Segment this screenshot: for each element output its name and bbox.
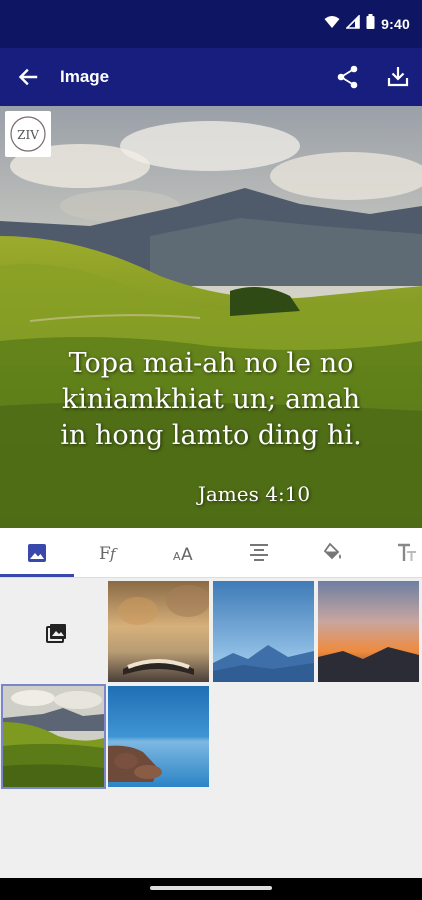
align-center-icon	[250, 544, 268, 561]
fill-color-icon	[323, 542, 341, 560]
tab-align[interactable]	[246, 540, 272, 566]
text-format-icon	[398, 543, 416, 561]
image-icon	[28, 544, 46, 562]
verse-reference: James 4:10	[197, 482, 311, 506]
battery-icon	[366, 14, 375, 34]
active-tab-indicator	[0, 574, 74, 577]
tab-image[interactable]	[24, 540, 50, 566]
svg-text:A: A	[173, 550, 181, 563]
landscape-background	[0, 106, 422, 528]
thumbnail-blue-lake-rocks[interactable]	[108, 686, 209, 787]
tab-fill-color[interactable]	[320, 540, 346, 566]
thumbnail-green-hills[interactable]	[1, 684, 106, 789]
edit-toolbar: F f A A	[0, 528, 422, 578]
status-icons: 9:40	[324, 13, 410, 34]
share-icon	[337, 65, 358, 89]
thumbnail-book-sunset[interactable]	[108, 581, 209, 682]
thumbnail-orange-sunset[interactable]	[318, 581, 419, 682]
page-title: Image	[60, 67, 110, 86]
verse-line: kiniamkhiat un; amah	[61, 384, 361, 415]
share-button[interactable]	[334, 63, 362, 91]
tab-text-format[interactable]	[394, 540, 420, 566]
verse-text: Topa mai-ah no le no kiniamkhiat un; ama…	[10, 346, 412, 454]
status-bar: 9:40	[0, 0, 422, 48]
back-button[interactable]	[14, 63, 42, 91]
verse-line: in hong lamto ding hi.	[60, 420, 362, 451]
svg-text:A: A	[181, 545, 193, 564]
tab-font-size[interactable]: A A	[172, 540, 198, 566]
svg-text:ZIV: ZIV	[17, 128, 39, 142]
download-icon	[387, 67, 409, 87]
font-style-icon: F f	[99, 544, 118, 564]
ziv-logo: ZIV	[5, 111, 51, 157]
tab-font-style[interactable]: F f	[97, 540, 123, 566]
wifi-icon	[324, 15, 340, 34]
add-photo-button[interactable]	[3, 581, 104, 682]
thumbnail-blue-mountains[interactable]	[213, 581, 314, 682]
status-time: 9:40	[381, 16, 410, 32]
add-photo-icon	[46, 624, 66, 643]
arrow-left-icon	[18, 68, 38, 86]
font-size-icon: A A	[173, 545, 193, 564]
app-bar: Image	[0, 48, 422, 106]
signal-icon	[345, 13, 360, 34]
system-nav-bar	[0, 878, 422, 900]
background-gallery	[0, 578, 422, 878]
home-gesture-handle[interactable]	[150, 886, 272, 890]
download-button[interactable]	[384, 63, 412, 91]
verse-line: Topa mai-ah no le no	[68, 348, 354, 379]
verse-image-preview: ZIV Topa mai-ah no le no kiniamkhiat un;…	[0, 106, 422, 528]
svg-text:f: f	[109, 545, 118, 563]
